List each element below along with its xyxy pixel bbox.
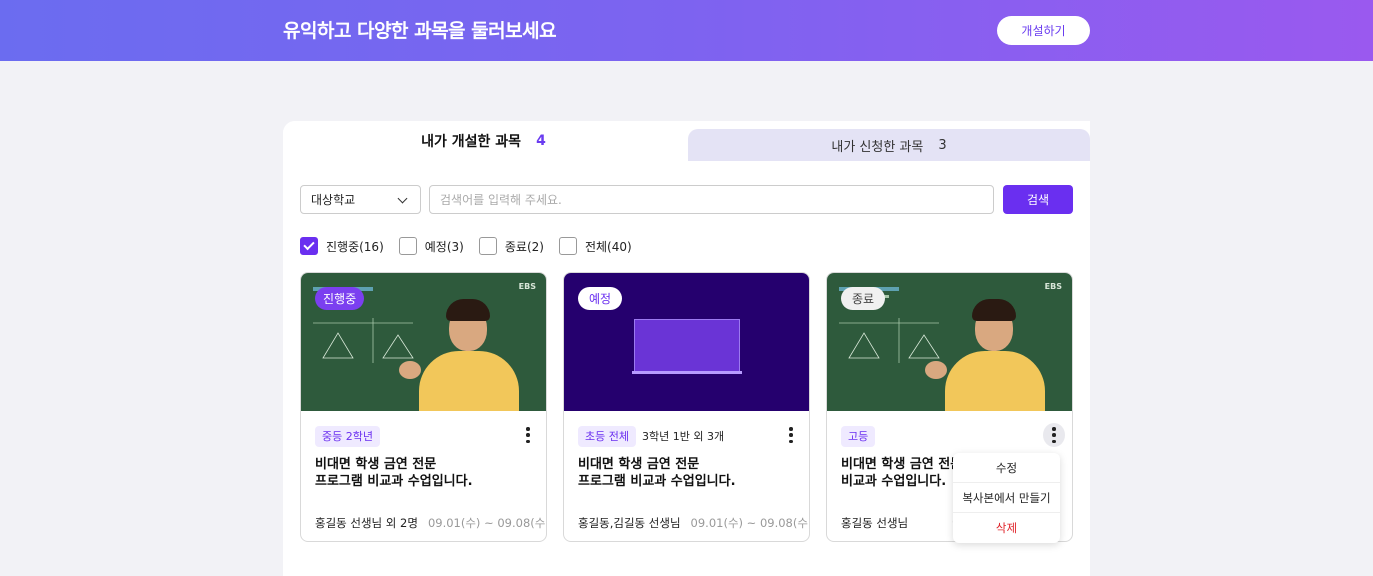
- ebs-logo: EBS: [1044, 282, 1062, 291]
- grade-badge: 중등 2학년: [315, 425, 380, 447]
- teacher-name: 홍길동 선생님 외 2명: [315, 516, 418, 530]
- more-options-icon[interactable]: [789, 427, 793, 443]
- filter-label: 전체(40): [584, 239, 632, 254]
- teacher-name: 홍길동,김길동 선생님: [578, 516, 681, 530]
- tab-count: 3: [938, 137, 947, 153]
- filter-scheduled[interactable]: 예정(3): [398, 237, 464, 255]
- filter-in-progress[interactable]: 진행중(16): [300, 237, 384, 255]
- status-filters: 진행중(16) 예정(3) 종료(2) 전체(40): [300, 237, 647, 255]
- checkbox-icon[interactable]: [478, 237, 497, 255]
- screen-base: [632, 371, 742, 374]
- teacher-name: 홍길동 선생님: [841, 516, 909, 530]
- teacher-hand: [399, 361, 421, 379]
- tab-label: 내가 신청한 과목: [831, 139, 924, 155]
- course-thumbnail: 예정: [564, 273, 809, 411]
- menu-item-edit[interactable]: 수정: [953, 453, 1060, 483]
- class-info: 3학년 1반 외 3개: [641, 430, 725, 443]
- course-card[interactable]: EBS 진행중 중등 2학년 비대면 학생 금연 전문 프로그램 비교과 수업입…: [300, 272, 547, 542]
- teacher-hand: [925, 361, 947, 379]
- course-title: 비대면 학생 금연 전문 프로그램 비교과 수업입니다.: [578, 457, 736, 489]
- teacher-figure: [419, 351, 519, 411]
- course-thumbnail: EBS 진행중: [301, 273, 546, 411]
- checkbox-icon[interactable]: [558, 237, 577, 255]
- course-title: 비대면 학생 금연 전문 프로그램 비교과 수업입니다.: [315, 457, 473, 489]
- tab-my-opened-courses[interactable]: 내가 개설한 과목 4: [283, 121, 684, 161]
- course-thumbnail: EBS 종료: [827, 273, 1072, 411]
- open-course-button[interactable]: 개설하기: [997, 16, 1090, 45]
- more-options-icon[interactable]: [1043, 423, 1065, 447]
- grade-badge: 초등 전체: [578, 425, 636, 447]
- school-select-value: 대상학교: [311, 193, 356, 207]
- filter-all[interactable]: 전체(40): [558, 237, 632, 255]
- grade-badge: 고등: [841, 425, 876, 447]
- course-date: 09.01(수) ~ 09.08(수): [427, 516, 547, 530]
- status-badge: 진행중: [315, 287, 365, 310]
- ebs-logo: EBS: [518, 282, 536, 291]
- teacher-hair: [972, 299, 1016, 321]
- filter-ended[interactable]: 종료(2): [478, 237, 544, 255]
- search-input[interactable]: [429, 185, 994, 214]
- menu-item-copy[interactable]: 복사본에서 만들기: [953, 483, 1060, 513]
- chevron-down-icon: [397, 193, 408, 204]
- tab-my-applied-courses[interactable]: 내가 신청한 과목 3: [688, 129, 1090, 161]
- top-banner: 유익하고 다양한 과목을 둘러보세요 개설하기: [0, 0, 1373, 61]
- checkbox-icon[interactable]: [398, 237, 417, 255]
- tab-label: 내가 개설한 과목: [421, 134, 522, 150]
- menu-item-delete[interactable]: 삭제: [953, 513, 1060, 543]
- screen-illustration: [634, 319, 740, 373]
- filter-label: 진행중(16): [326, 239, 384, 254]
- card-context-menu: 수정 복사본에서 만들기 삭제: [953, 453, 1060, 543]
- course-card[interactable]: 예정 초등 전체 3학년 1반 외 3개 비대면 학생 금연 전문 프로그램 비…: [563, 272, 810, 542]
- course-date: 09.01(수) ~ 09.08(수): [690, 516, 810, 530]
- banner-title: 유익하고 다양한 과목을 둘러보세요: [283, 20, 557, 42]
- tab-count: 4: [536, 133, 546, 149]
- status-badge: 예정: [578, 287, 623, 310]
- teacher-figure: [945, 351, 1045, 411]
- status-badge: 종료: [841, 287, 886, 310]
- filter-label: 종료(2): [504, 239, 544, 254]
- school-select[interactable]: 대상학교: [300, 185, 421, 214]
- teacher-hair: [446, 299, 490, 321]
- search-button[interactable]: 검색: [1003, 185, 1073, 214]
- checkbox-checked-icon[interactable]: [300, 237, 318, 255]
- filter-label: 예정(3): [424, 239, 464, 254]
- more-options-icon[interactable]: [526, 427, 530, 443]
